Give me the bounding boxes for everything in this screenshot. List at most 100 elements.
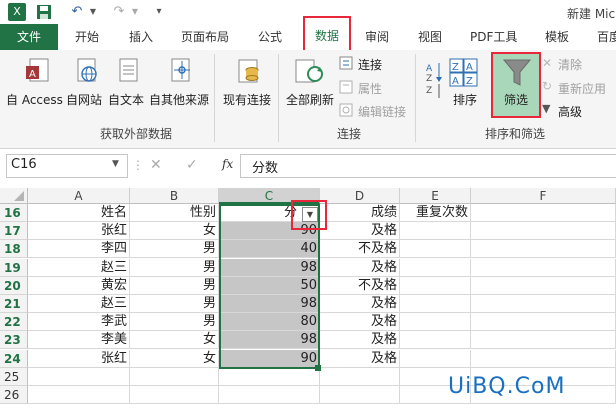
tab-templates[interactable]: 模板 — [545, 24, 569, 50]
cell-d16[interactable]: 成绩 — [320, 204, 400, 222]
cell-b23[interactable]: 女 — [130, 331, 219, 350]
select-all-corner[interactable] — [0, 188, 28, 204]
cell-f22[interactable] — [471, 313, 616, 332]
properties-button[interactable]: 属性 — [358, 80, 382, 97]
refresh-all-button[interactable]: 全部刷新 — [286, 91, 334, 108]
row-header-18[interactable]: 18 — [0, 240, 28, 259]
row-header-26[interactable]: 26 — [0, 386, 28, 404]
from-text-button[interactable]: 自文本 — [108, 91, 144, 108]
undo-icon[interactable]: ↶ — [66, 4, 88, 20]
cell-a19[interactable]: 赵三 — [28, 258, 130, 277]
tab-insert[interactable]: 插入 — [129, 24, 153, 50]
row-header-23[interactable]: 23 — [0, 331, 28, 350]
row-header-20[interactable]: 20 — [0, 276, 28, 295]
row-header-17[interactable]: 17 — [0, 222, 28, 241]
cell-b16[interactable]: 性别 — [130, 204, 219, 222]
from-web-button[interactable]: 自网站 — [66, 91, 102, 108]
row-header-16[interactable]: 16 — [0, 204, 28, 222]
cell-d25[interactable] — [320, 367, 400, 386]
cell-c26[interactable] — [219, 386, 320, 404]
name-box-dropdown-icon[interactable]: ▼ — [112, 159, 119, 169]
cell-c20[interactable]: 50 — [219, 276, 320, 295]
cell-c22[interactable]: 80 — [219, 313, 320, 332]
cell-c23[interactable]: 98 — [219, 331, 320, 350]
cell-c25[interactable] — [219, 367, 320, 386]
redo-icon[interactable]: ↷ — [108, 4, 130, 20]
save-icon[interactable] — [36, 4, 52, 20]
tab-pdf-tools[interactable]: PDF工具 — [470, 24, 517, 50]
cell-f19[interactable] — [471, 258, 616, 277]
sort-button[interactable]: 排序 — [453, 91, 477, 108]
column-header-b[interactable]: B — [130, 188, 219, 204]
column-header-f[interactable]: F — [471, 188, 616, 204]
cell-d21[interactable]: 及格 — [320, 295, 400, 313]
formula-input[interactable] — [240, 154, 616, 178]
cell-c24[interactable]: 90 — [219, 349, 320, 368]
cell-f18[interactable] — [471, 240, 616, 259]
cell-b18[interactable]: 男 — [130, 240, 219, 259]
row-header-24[interactable]: 24 — [0, 349, 28, 368]
cell-b21[interactable]: 男 — [130, 295, 219, 313]
cell-f16[interactable] — [471, 204, 616, 222]
undo-dropdown-icon[interactable]: ▼ — [88, 4, 98, 20]
cell-e23[interactable] — [400, 331, 471, 350]
cell-f17[interactable] — [471, 222, 616, 241]
from-other-sources-button[interactable]: 自其他来源 — [149, 91, 209, 108]
cell-b20[interactable]: 男 — [130, 276, 219, 295]
cell-b26[interactable] — [130, 386, 219, 404]
cell-e19[interactable] — [400, 258, 471, 277]
cell-e20[interactable] — [400, 276, 471, 295]
cell-d26[interactable] — [320, 386, 400, 404]
tab-formulas[interactable]: 公式 — [258, 24, 282, 50]
tab-file[interactable]: 文件 — [0, 24, 58, 50]
cell-b24[interactable]: 女 — [130, 349, 219, 368]
tab-view[interactable]: 视图 — [418, 24, 442, 50]
cell-a25[interactable] — [28, 367, 130, 386]
fill-handle[interactable] — [315, 365, 321, 371]
cell-e18[interactable] — [400, 240, 471, 259]
cell-e24[interactable] — [400, 349, 471, 368]
cell-d18[interactable]: 不及格 — [320, 240, 400, 259]
cell-d20[interactable]: 不及格 — [320, 276, 400, 295]
cell-d22[interactable]: 及格 — [320, 313, 400, 332]
cell-e21[interactable] — [400, 295, 471, 313]
cell-b19[interactable]: 男 — [130, 258, 219, 277]
filter-dropdown-icon[interactable]: ▼ — [302, 207, 318, 222]
cell-e17[interactable] — [400, 222, 471, 241]
cell-a23[interactable]: 李美 — [28, 331, 130, 350]
cell-a16[interactable]: 姓名 — [28, 204, 130, 222]
reapply-button[interactable]: 重新应用 — [558, 80, 606, 97]
customize-toolbar-icon[interactable]: ▾ — [152, 4, 166, 20]
cell-a18[interactable]: 李四 — [28, 240, 130, 259]
cell-b25[interactable] — [130, 367, 219, 386]
cell-e16[interactable]: 重复次数 — [400, 204, 471, 222]
cell-f21[interactable] — [471, 295, 616, 313]
cell-f23[interactable] — [471, 331, 616, 350]
tab-page-layout[interactable]: 页面布局 — [181, 24, 229, 50]
cell-d23[interactable]: 及格 — [320, 331, 400, 350]
tab-baidu[interactable]: 百度 — [597, 24, 616, 50]
cell-f20[interactable] — [471, 276, 616, 295]
clear-button[interactable]: 清除 — [558, 56, 582, 73]
cell-c21[interactable]: 98 — [219, 295, 320, 313]
cell-a20[interactable]: 黄宏 — [28, 276, 130, 295]
tab-home[interactable]: 开始 — [75, 24, 99, 50]
cell-d19[interactable]: 及格 — [320, 258, 400, 277]
connections-button[interactable]: 连接 — [358, 56, 382, 73]
tab-data[interactable]: 数据 — [303, 16, 351, 54]
cell-a24[interactable]: 张红 — [28, 349, 130, 368]
enter-check-icon[interactable]: ✓ — [186, 157, 198, 173]
cell-a26[interactable] — [28, 386, 130, 404]
cell-a22[interactable]: 李武 — [28, 313, 130, 332]
cell-c18[interactable]: 40 — [219, 240, 320, 259]
tab-review[interactable]: 审阅 — [365, 24, 389, 50]
cell-b22[interactable]: 男 — [130, 313, 219, 332]
advanced-button[interactable]: 高级 — [558, 103, 582, 120]
cancel-icon[interactable]: ✕ — [150, 157, 162, 173]
cell-f24[interactable] — [471, 349, 616, 368]
redo-dropdown-icon[interactable]: ▼ — [130, 4, 140, 20]
row-header-19[interactable]: 19 — [0, 258, 28, 277]
column-header-d[interactable]: D — [320, 188, 400, 204]
cell-d17[interactable]: 及格 — [320, 222, 400, 241]
from-access-button[interactable]: 自 Access — [6, 91, 63, 108]
